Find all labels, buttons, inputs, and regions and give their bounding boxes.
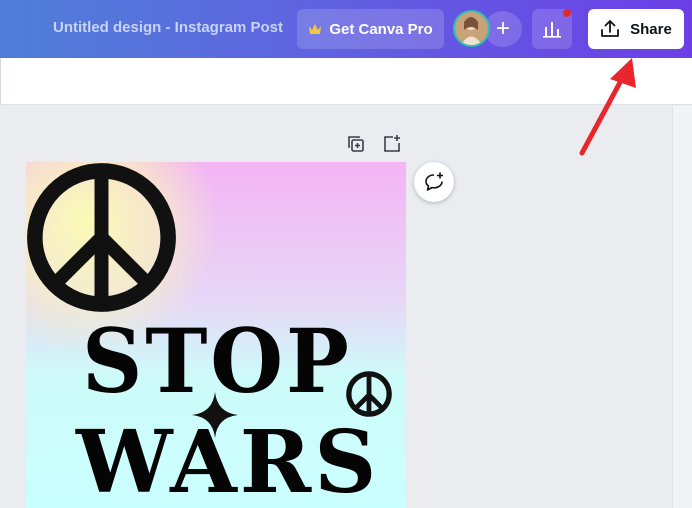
design-canvas[interactable]: STOP WARS — [26, 162, 406, 508]
wars-heading[interactable]: WARS — [76, 420, 379, 506]
vertical-scrollbar[interactable] — [672, 106, 692, 508]
red-annotation-arrow — [579, 58, 636, 156]
small-peace-sign-icon[interactable] — [345, 370, 393, 418]
add-page-icon[interactable] — [382, 134, 402, 154]
share-label: Share — [630, 20, 672, 38]
avatar-image — [455, 12, 488, 45]
notification-dot — [563, 9, 571, 17]
peace-sign-icon[interactable] — [26, 162, 179, 315]
plus-icon: + — [495, 15, 510, 42]
get-canva-pro-button[interactable]: Get Canva Pro — [297, 9, 444, 49]
add-comment-button[interactable] — [414, 162, 454, 202]
design-title[interactable]: Untitled design - Instagram Post — [53, 19, 283, 36]
duplicate-page-icon[interactable] — [346, 134, 366, 154]
bar-chart-icon — [543, 22, 561, 38]
user-avatar[interactable] — [453, 10, 490, 47]
share-button[interactable]: Share — [588, 9, 684, 49]
top-bar: Untitled design - Instagram Post Get Can… — [0, 0, 692, 58]
get-canva-pro-label: Get Canva Pro — [329, 20, 433, 38]
add-comment-icon — [425, 172, 443, 191]
crown-icon — [309, 24, 322, 34]
upload-icon — [601, 20, 620, 37]
